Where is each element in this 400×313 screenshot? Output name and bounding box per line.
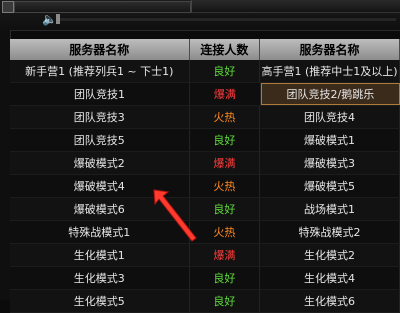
- column-header-server-name-left[interactable]: 服务器名称: [10, 39, 190, 60]
- server-name-left[interactable]: 爆破模式4: [10, 175, 190, 197]
- server-name-right[interactable]: 生化模式4: [260, 267, 400, 289]
- top-strip: [14, 1, 191, 13]
- server-name-left[interactable]: 爆破模式6: [10, 198, 190, 220]
- server-name-left[interactable]: 团队竞技5: [10, 129, 190, 151]
- table-row[interactable]: 特殊战模式1 火热 特殊战模式2: [10, 221, 400, 244]
- server-name-right[interactable]: 特殊战模式2: [260, 221, 400, 243]
- server-name-left[interactable]: 生化模式1: [10, 244, 190, 266]
- table-row[interactable]: 团队竞技5 良好 爆破模式1: [10, 129, 400, 152]
- status-badge: 良好: [190, 129, 261, 151]
- table-row[interactable]: 生化模式1 爆满 生化模式2: [10, 244, 400, 267]
- server-name-right[interactable]: 爆破模式1: [260, 129, 400, 151]
- server-list: 新手营1 (推荐列兵1 ~ 下士1) 良好 高手营1 (推荐中士1及以上) 团队…: [10, 60, 400, 313]
- status-badge: 爆满: [190, 244, 261, 266]
- volume-slider-handle[interactable]: [56, 14, 60, 24]
- table-row[interactable]: 团队竞技3 火热 团队竞技4: [10, 106, 400, 129]
- server-list-header: 服务器名称 连接人数 服务器名称: [10, 39, 400, 60]
- server-name-left[interactable]: 生化模式3: [10, 267, 190, 289]
- status-badge: 爆满: [190, 152, 261, 174]
- speaker-icon[interactable]: 🔈: [42, 13, 57, 25]
- column-header-players[interactable]: 连接人数: [190, 39, 261, 60]
- server-name-right[interactable]: 战场模式1: [260, 198, 400, 220]
- top-strip-right: [191, 0, 400, 13]
- column-header-server-name-right[interactable]: 服务器名称: [260, 39, 400, 60]
- table-row[interactable]: 爆破模式6 良好 战场模式1: [10, 198, 400, 221]
- table-row[interactable]: 生化模式5 良好 生化模式6: [10, 290, 400, 313]
- volume-slider[interactable]: [56, 14, 396, 24]
- status-badge: 火热: [190, 175, 261, 197]
- server-name-left[interactable]: 团队竞技1: [10, 83, 191, 105]
- top-bar: 🔈: [0, 0, 400, 31]
- status-badge: 爆满: [190, 83, 261, 105]
- server-name-right[interactable]: 生化模式2: [260, 244, 400, 266]
- status-badge: 火热: [190, 221, 261, 243]
- status-badge: 良好: [190, 60, 261, 82]
- server-name-right[interactable]: 生化模式6: [260, 290, 400, 312]
- status-badge: 良好: [190, 198, 261, 220]
- server-name-left[interactable]: 爆破模式2: [10, 152, 190, 174]
- server-name-left[interactable]: 特殊战模式1: [10, 221, 190, 243]
- server-name-left[interactable]: 生化模式5: [10, 290, 190, 312]
- window-control-button[interactable]: [2, 1, 14, 13]
- server-name-right[interactable]: 爆破模式3: [260, 152, 400, 174]
- table-row[interactable]: 爆破模式4 火热 爆破模式5: [10, 175, 400, 198]
- server-name-right[interactable]: 高手营1 (推荐中士1及以上): [260, 60, 400, 82]
- server-name-left[interactable]: 团队竞技3: [10, 106, 190, 128]
- server-name-left[interactable]: 新手营1 (推荐列兵1 ~ 下士1): [10, 60, 190, 82]
- status-badge: 良好: [190, 267, 261, 289]
- status-badge: 火热: [190, 106, 261, 128]
- table-row[interactable]: 生化模式3 良好 生化模式4: [10, 267, 400, 290]
- server-name-right-selected[interactable]: 团队竞技2/鹅跳乐: [260, 83, 400, 105]
- server-name-right[interactable]: 团队竞技4: [260, 106, 400, 128]
- server-name-right[interactable]: 爆破模式5: [260, 175, 400, 197]
- table-row[interactable]: 爆破模式2 爆满 爆破模式3: [10, 152, 400, 175]
- table-row[interactable]: 团队竞技1 爆满 团队竞技2/鹅跳乐: [10, 83, 400, 106]
- table-row[interactable]: 新手营1 (推荐列兵1 ~ 下士1) 良好 高手营1 (推荐中士1及以上): [10, 60, 400, 83]
- status-badge: 良好: [190, 290, 261, 312]
